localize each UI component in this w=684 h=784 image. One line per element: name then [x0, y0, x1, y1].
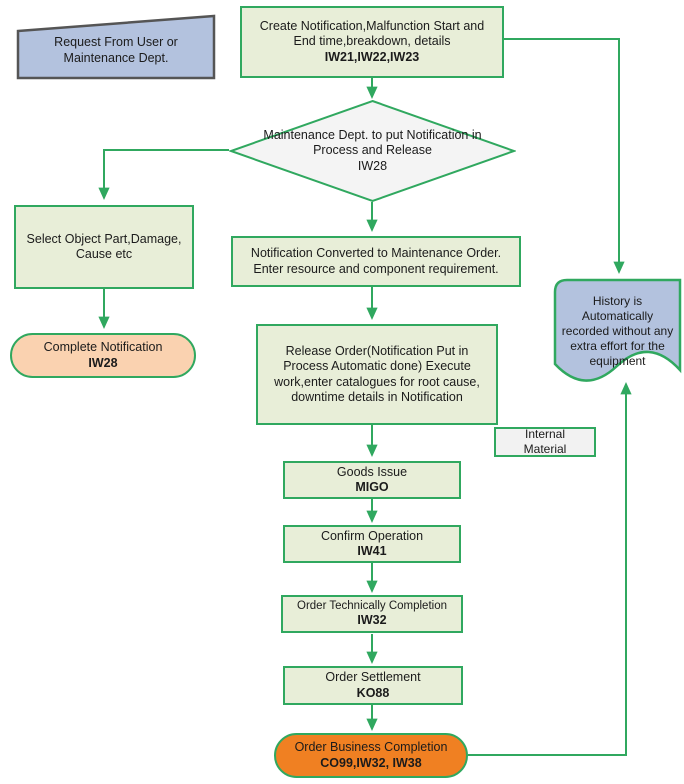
node-confirm-operation-line1: Confirm Operation [320, 528, 424, 543]
node-goods-issue-line1: Goods Issue [336, 464, 408, 479]
node-create-notification-line2: End time,breakdown, details [293, 34, 451, 49]
node-create-notification[interactable]: Create Notification,Malfunction Start an… [240, 6, 504, 78]
node-history-document[interactable]: History is Automatically recorded withou… [553, 278, 682, 384]
node-release-order-line2: Process Automatic done) Execute [283, 359, 471, 374]
node-release-order-line4: downtime details in Notification [291, 389, 463, 404]
node-decision-release[interactable]: Maintenance Dept. to put Notification in… [229, 99, 516, 203]
node-select-object-part-line2: Cause etc [75, 247, 133, 261]
flowchart-canvas: Request From User or Maintenance Dept. C… [0, 0, 684, 784]
node-order-business-completion-code: CO99,IW32, IW38 [320, 755, 422, 770]
node-goods-issue[interactable]: Goods Issue MIGO [283, 461, 461, 499]
node-order-technically-completion-code: IW32 [357, 613, 387, 628]
node-order-settlement[interactable]: Order Settlement KO88 [283, 666, 463, 705]
node-internal-material-line2: Material [523, 442, 567, 456]
node-confirm-operation-code: IW41 [357, 544, 387, 558]
node-order-settlement-line1: Order Settlement [325, 670, 421, 685]
node-create-notification-line1: Create Notification,Malfunction Start an… [259, 19, 485, 34]
node-internal-material[interactable]: Internal Material [494, 427, 596, 457]
node-history-line4: extra effort for the [570, 338, 665, 353]
node-goods-issue-code: MIGO [355, 480, 389, 494]
edge-decision-to-select [98, 149, 229, 201]
node-order-technically-completion[interactable]: Order Technically Completion IW32 [281, 595, 463, 633]
node-request-line2: Maintenance Dept. [63, 51, 169, 65]
node-decision-release-line1: Maintenance Dept. to put Notification in [263, 128, 482, 143]
node-decision-release-code: IW28 [357, 158, 388, 173]
node-internal-material-line1: Internal [524, 427, 566, 442]
node-complete-notification-line1: Complete Notification [43, 340, 163, 355]
node-decision-release-label: Maintenance Dept. to put Notification in… [229, 99, 516, 203]
node-history-label: History is Automatically recorded withou… [553, 292, 682, 370]
node-history-line1: History is [592, 293, 643, 308]
node-release-order[interactable]: Release Order(Notification Put in Proces… [256, 324, 498, 425]
node-complete-notification-code: IW28 [88, 355, 118, 370]
node-history-line3: recorded without any [561, 323, 674, 338]
node-create-notification-code: IW21,IW22,IW23 [324, 49, 420, 64]
node-history-line5: equipment [589, 353, 646, 368]
node-select-object-part[interactable]: Select Object Part,Damage, Cause etc [14, 205, 194, 289]
node-select-object-part-line1: Select Object Part,Damage, [26, 231, 182, 246]
node-order-technically-completion-line1: Order Technically Completion [297, 600, 447, 613]
node-notification-converted[interactable]: Notification Converted to Maintenance Or… [231, 236, 521, 287]
node-release-order-line1: Release Order(Notification Put in [285, 344, 469, 358]
node-complete-notification[interactable]: Complete Notification IW28 [10, 333, 196, 378]
node-request-line1: Request From User or [54, 35, 178, 50]
node-notification-converted-line2: Enter resource and component requirement… [253, 261, 499, 276]
node-request-label: Request From User or Maintenance Dept. [16, 14, 216, 80]
edge-create-to-history [504, 38, 625, 275]
node-confirm-operation[interactable]: Confirm Operation IW41 [283, 525, 461, 563]
node-order-settlement-code: KO88 [356, 685, 390, 700]
node-order-business-completion-line1: Order Business Completion [294, 740, 448, 755]
node-request-from-user[interactable]: Request From User or Maintenance Dept. [16, 14, 216, 80]
node-order-business-completion[interactable]: Order Business Completion CO99,IW32, IW3… [274, 733, 468, 778]
node-notification-converted-line1: Notification Converted to Maintenance Or… [250, 246, 502, 261]
node-release-order-line3: work,enter catalogues for root cause, [274, 374, 480, 389]
node-history-line2: Automatically [581, 308, 654, 323]
node-decision-release-line2: Process and Release [313, 143, 432, 158]
